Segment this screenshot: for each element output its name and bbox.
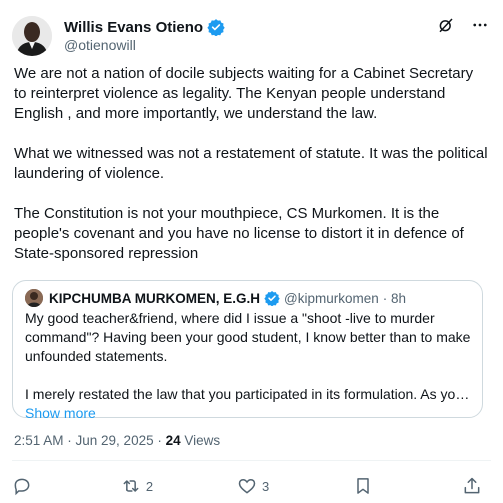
action-bar: 2 3 bbox=[12, 474, 487, 498]
author-name[interactable]: Willis Evans Otieno bbox=[64, 19, 203, 36]
timestamp[interactable]: 2:51 AM · Jun 29, 2025 · bbox=[14, 433, 166, 448]
quoted-paragraph: My good teacher&friend, where did I issu… bbox=[25, 310, 471, 364]
like-count: 3 bbox=[261, 478, 270, 494]
bookmark-button[interactable] bbox=[353, 476, 378, 496]
retweet-icon bbox=[121, 476, 141, 496]
reply-icon bbox=[12, 476, 32, 496]
share-icon bbox=[462, 476, 482, 496]
share-button[interactable] bbox=[462, 476, 487, 496]
retweet-count: 2 bbox=[145, 478, 154, 494]
tweet-card: Willis Evans Otieno @otienowill We are n… bbox=[0, 0, 503, 503]
grok-icon[interactable] bbox=[435, 14, 457, 36]
quoted-avatar bbox=[25, 289, 43, 307]
show-more-link[interactable]: Show more bbox=[25, 404, 475, 423]
quoted-text: My good teacher&friend, where did I issu… bbox=[25, 309, 475, 423]
views-count: 24 bbox=[165, 433, 181, 448]
tweet-paragraph: What we witnessed was not a restatement … bbox=[14, 145, 488, 182]
author-handle[interactable]: @otienowill bbox=[64, 37, 136, 53]
quoted-paragraph: I merely restated the law that you parti… bbox=[25, 386, 475, 402]
bookmark-icon bbox=[353, 476, 373, 496]
verified-badge-icon bbox=[207, 18, 225, 36]
author-name-row[interactable]: Willis Evans Otieno bbox=[64, 18, 225, 36]
quoted-author-name: KIPCHUMBA MURKOMEN, E.G.H bbox=[49, 290, 260, 306]
tweet-paragraph: The Constitution is not your mouthpiece,… bbox=[14, 205, 464, 262]
quoted-tweet[interactable]: KIPCHUMBA MURKOMEN, E.G.H @kipmurkomen ·… bbox=[12, 280, 483, 421]
reply-button[interactable] bbox=[12, 476, 37, 496]
like-icon bbox=[237, 476, 257, 496]
quoted-time: · 8h bbox=[382, 290, 406, 306]
tweet-meta: 2:51 AM · Jun 29, 2025 · 24 Views bbox=[14, 433, 220, 448]
quoted-header: KIPCHUMBA MURKOMEN, E.G.H @kipmurkomen ·… bbox=[25, 289, 406, 307]
tweet-paragraph: We are not a nation of docile subjects w… bbox=[14, 65, 474, 122]
avatar[interactable] bbox=[12, 16, 52, 56]
tweet-text: We are not a nation of docile subjects w… bbox=[14, 64, 489, 284]
divider bbox=[12, 460, 491, 461]
verified-badge-icon bbox=[264, 290, 280, 306]
retweet-button[interactable]: 2 bbox=[121, 476, 153, 496]
quoted-author-handle: @kipmurkomen bbox=[284, 290, 379, 306]
top-actions bbox=[435, 14, 491, 36]
more-icon[interactable] bbox=[469, 14, 491, 36]
like-button[interactable]: 3 bbox=[237, 476, 269, 496]
views-label: Views bbox=[180, 433, 221, 448]
